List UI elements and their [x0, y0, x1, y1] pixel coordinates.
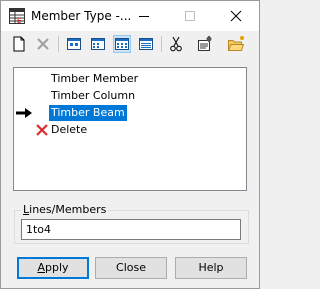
title-bar[interactable]: E Member Type -... [1, 1, 259, 31]
view-large-icon [67, 38, 81, 50]
toolbar [1, 32, 259, 58]
member-type-list[interactable]: Timber Member Timber Column Timber Beam … [13, 67, 247, 191]
open-folder-button[interactable] [227, 35, 245, 53]
open-folder-icon [227, 36, 245, 51]
view-list-icon [115, 38, 129, 50]
view-details-button[interactable] [137, 35, 155, 53]
apply-button[interactable]: Apply [17, 257, 89, 279]
cut-button[interactable] [167, 35, 185, 53]
list-item-timber-beam[interactable]: Timber Beam [49, 105, 127, 121]
properties-icon [198, 36, 212, 51]
svg-text:E: E [17, 17, 21, 24]
lines-members-input[interactable]: 1to4 [21, 219, 241, 240]
toolbar-separator [58, 36, 59, 52]
view-small-button[interactable] [89, 35, 107, 53]
properties-button[interactable] [196, 35, 214, 53]
help-button[interactable]: Help [175, 257, 247, 279]
delete-tool-button[interactable] [34, 35, 52, 53]
maximize-icon [185, 11, 195, 21]
delete-cross-icon [37, 38, 49, 50]
current-item-arrow-icon [15, 107, 33, 122]
view-details-icon [139, 38, 153, 50]
minimize-icon [139, 16, 149, 17]
apply-label-rest: pply [45, 261, 69, 274]
lines-members-label-rest: ines/Members [29, 203, 107, 216]
delete-x-icon [36, 124, 48, 136]
lines-members-label: Lines/Members [21, 203, 109, 216]
list-item-timber-column[interactable]: Timber Column [51, 88, 135, 104]
close-icon [230, 10, 242, 22]
toolbar-separator [161, 36, 162, 52]
view-list-button[interactable] [113, 35, 131, 53]
apply-accelerator: A [37, 261, 45, 274]
minimize-button[interactable] [121, 1, 167, 31]
new-icon [13, 36, 25, 52]
member-type-dialog: E Member Type -... Timber Member Timber … [0, 0, 260, 289]
window-title: Member Type -... [31, 9, 132, 23]
maximize-button[interactable] [167, 1, 213, 31]
new-button[interactable] [10, 35, 28, 53]
delete-label: Delete [51, 123, 88, 136]
list-item-timber-member[interactable]: Timber Member [51, 71, 138, 87]
app-table-icon: E [9, 8, 25, 25]
view-large-button[interactable] [65, 35, 83, 53]
close-dialog-button[interactable]: Close [95, 257, 167, 279]
close-button[interactable] [213, 1, 259, 31]
cut-icon [170, 36, 182, 52]
view-small-icon [91, 38, 105, 50]
